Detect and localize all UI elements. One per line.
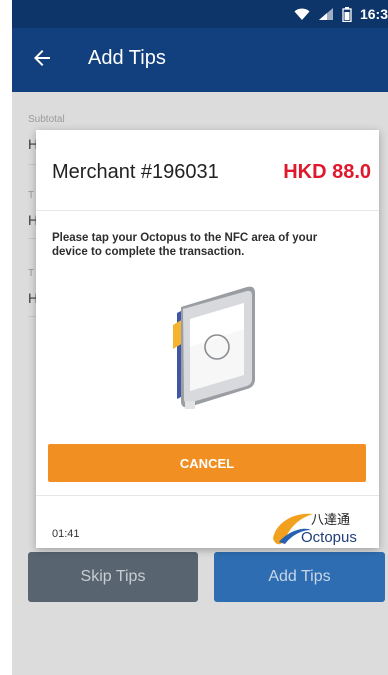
page-title: Add Tips [88,47,166,69]
app-bar: Add Tips [12,28,388,92]
payment-amount: HKD 88.0 [283,161,371,183]
dialog-divider [36,210,379,211]
cancel-button[interactable]: CANCEL [48,444,366,482]
arrow-left-icon[interactable] [30,46,54,70]
status-bar: 16:3 [12,0,388,28]
status-time: 16:3 [359,6,388,22]
nfc-instruction: Please tap your Octopus to the NFC area … [52,232,318,258]
merchant-id: Merchant #196031 [52,161,219,183]
battery-icon [342,6,352,22]
skip-tips-button[interactable]: Skip Tips [28,552,198,602]
signal-icon [318,8,333,20]
octopus-payment-dialog: Merchant #196031 HKD 88.0 Please tap you… [36,130,379,548]
countdown-timer: 01:41 [52,528,80,540]
add-tips-button[interactable]: Add Tips [214,552,385,602]
octopus-logo: 八達通 Octopus [273,513,357,546]
logo-octopus-text: Octopus [301,529,357,546]
logo-chinese-text: 八達通 [311,513,350,528]
wifi-icon [294,8,310,20]
app-screen: 16:3 Add Tips Subtotal H T H T H Skip Ti… [12,0,388,675]
dialog-divider [36,495,379,496]
status-icons: 16:3 [294,6,388,22]
nfc-tap-phone-icon [173,286,255,409]
